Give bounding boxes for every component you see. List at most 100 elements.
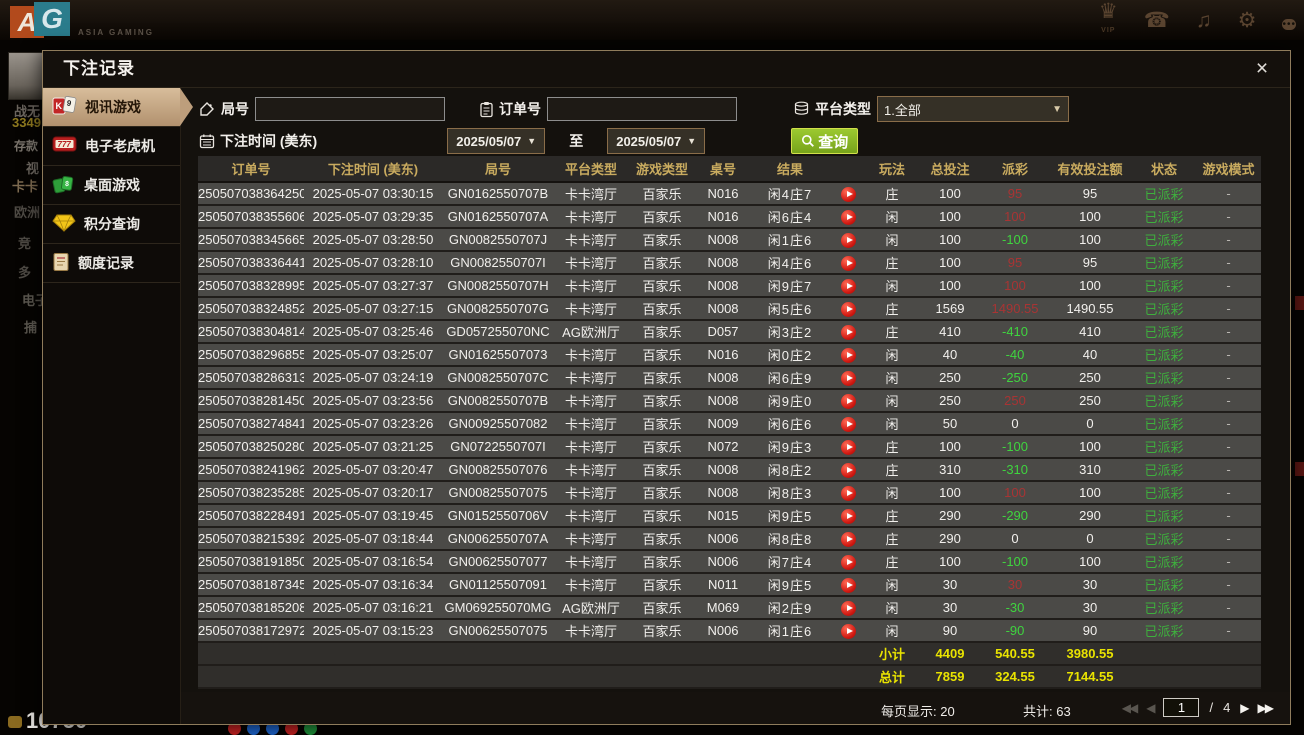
date-from-picker[interactable]: 2025/05/07 ▼ xyxy=(447,128,546,154)
replay-play-icon[interactable] xyxy=(840,531,856,547)
sidebar-item-table-games[interactable]: $ 桌面游戏 xyxy=(43,166,180,205)
cell-game-mode: - xyxy=(1226,531,1231,546)
chat-icon[interactable]: ••• xyxy=(1282,10,1296,32)
cell-replay xyxy=(830,415,866,432)
cell-bet-time: 2025-05-07 03:16:54 xyxy=(312,554,434,569)
replay-play-icon[interactable] xyxy=(840,232,856,248)
cell-total-bet: 100 xyxy=(939,485,961,500)
cell-game-type: 百家乐 xyxy=(642,601,682,616)
cell-table-no: N008 xyxy=(707,301,739,316)
replay-play-icon[interactable] xyxy=(840,439,856,455)
logo-subtitle: ASIA GAMING xyxy=(78,28,154,37)
prev-page-icon[interactable]: ◀ xyxy=(1146,701,1155,715)
replay-play-icon[interactable] xyxy=(840,485,856,501)
filter-row-2: 下注时间 (美东) 2025/05/07 ▼ 至 2025/05/07 ▼ 查询 xyxy=(199,126,1280,156)
replay-play-icon[interactable] xyxy=(840,554,856,570)
cell-total-bet: 30 xyxy=(942,600,958,615)
coin-icon xyxy=(8,716,22,728)
cell-result: 闲4庄7 xyxy=(767,187,813,202)
replay-play-icon[interactable] xyxy=(840,623,856,639)
search-button[interactable]: 查询 xyxy=(791,128,859,154)
cell-game-mode: - xyxy=(1226,577,1231,592)
nav-europe-fragment[interactable]: 欧洲 xyxy=(14,202,40,221)
next-page-icon[interactable]: ▶ xyxy=(1240,701,1249,715)
page-separator: / xyxy=(1209,700,1214,715)
sum-payout: 540.55 xyxy=(995,646,1035,661)
cell-payout: -310 xyxy=(1001,462,1029,477)
replay-play-icon[interactable] xyxy=(840,255,856,271)
bet-records-table: 订单号 下注时间 (美东) 局号 平台类型 游戏类型 桌号 结果 玩法 总投注 派彩 有效投注额 状态… xyxy=(198,156,1261,689)
sidebar-item-credit-records[interactable]: 额度记录 xyxy=(43,244,180,283)
points-icon xyxy=(52,213,76,235)
replay-play-icon[interactable] xyxy=(840,278,856,294)
cell-bet-time: 2025-05-07 03:21:25 xyxy=(312,439,434,454)
cell-total-bet: 410 xyxy=(939,324,961,339)
cell-result: 闲8庄2 xyxy=(767,463,813,478)
sidebar-item-slot-machine[interactable]: 777 电子老虎机 xyxy=(43,127,180,166)
round-id-input[interactable] xyxy=(255,97,445,121)
page-input[interactable]: 1 xyxy=(1163,698,1200,717)
nav-video-fragment[interactable]: 视 xyxy=(26,158,39,177)
sidebar-item-video-games[interactable]: K 9 视讯游戏 xyxy=(43,88,193,127)
sidebar-item-points[interactable]: 积分查询 xyxy=(43,205,180,244)
sidebar-item-label: 视讯游戏 xyxy=(85,99,141,115)
replay-play-icon[interactable] xyxy=(840,508,856,524)
cell-platform: 卡卡湾厅 xyxy=(564,486,617,501)
cell-round-id: GN00825507076 xyxy=(448,462,548,477)
search-button-label: 查询 xyxy=(818,133,849,151)
replay-play-icon[interactable] xyxy=(840,462,856,478)
deposit-button[interactable]: 存款 xyxy=(14,137,38,154)
cell-game-mode: - xyxy=(1226,301,1231,316)
music-icon[interactable]: ♫ xyxy=(1196,10,1212,32)
replay-play-icon[interactable] xyxy=(840,301,856,317)
replay-play-icon[interactable] xyxy=(840,577,856,593)
replay-play-icon[interactable] xyxy=(840,416,856,432)
replay-play-icon[interactable] xyxy=(840,370,856,386)
cell-total-bet: 290 xyxy=(939,508,961,523)
replay-play-icon[interactable] xyxy=(840,393,856,409)
close-icon[interactable]: × xyxy=(1250,57,1274,81)
nav-duo-fragment[interactable]: 多 xyxy=(18,262,31,281)
nav-buyu-fragment[interactable]: 捕 xyxy=(24,317,37,336)
page-total: 4 xyxy=(1223,700,1231,715)
cell-status: 已派彩 xyxy=(1144,371,1184,386)
cell-table-no: M069 xyxy=(706,600,740,615)
date-to-picker[interactable]: 2025/05/07 ▼ xyxy=(607,128,706,154)
cell-total-bet: 100 xyxy=(939,278,961,293)
settings-icon[interactable]: ⚙ xyxy=(1238,10,1257,32)
last-page-icon[interactable]: ▶▶ xyxy=(1258,701,1275,715)
table-row: 250507038274841 2025-05-07 03:23:26 GN0092… xyxy=(198,413,1261,436)
cell-order-id: 250507038187345 xyxy=(198,577,304,592)
cell-platform: 卡卡湾厅 xyxy=(564,348,617,363)
replay-play-icon[interactable] xyxy=(840,600,856,616)
table-row: 250507038324852 2025-05-07 03:27:15 GN0082… xyxy=(198,298,1261,321)
vip-icon[interactable]: ♛ VIP xyxy=(1099,0,1118,42)
cell-game-mode: - xyxy=(1226,324,1231,339)
replay-play-icon[interactable] xyxy=(840,324,856,340)
cell-replay xyxy=(830,231,866,248)
cell-play-style: 庄 xyxy=(885,440,899,455)
cell-game-type: 百家乐 xyxy=(642,463,682,478)
nav-kaka-fragment[interactable]: 卡卡 xyxy=(12,176,38,195)
cell-game-type: 百家乐 xyxy=(642,256,682,271)
first-page-icon[interactable]: ◀◀ xyxy=(1122,701,1139,715)
replay-play-icon[interactable] xyxy=(840,186,856,202)
cell-table-no: N016 xyxy=(707,186,739,201)
cell-game-mode: - xyxy=(1226,232,1231,247)
cell-table-no: D057 xyxy=(707,324,739,339)
cell-order-id: 250507038281450 xyxy=(198,393,304,408)
platform-type-select[interactable]: 1.全部 ▼ xyxy=(877,96,1069,122)
order-id-input[interactable] xyxy=(547,97,737,121)
cell-game-mode: - xyxy=(1226,462,1231,477)
dialog-title: 下注记录 xyxy=(43,51,1290,88)
cell-result: 闲6庄4 xyxy=(767,210,813,225)
cell-game-type: 百家乐 xyxy=(642,486,682,501)
customer-service-icon[interactable]: ☎ xyxy=(1144,10,1170,32)
cell-table-no: N006 xyxy=(707,531,739,546)
replay-play-icon[interactable] xyxy=(840,347,856,363)
table-row: 250507038235285 2025-05-07 03:20:17 GN0082… xyxy=(198,482,1261,505)
cell-valid-bet: 310 xyxy=(1079,462,1101,477)
cell-order-id: 250507038185208 xyxy=(198,600,304,615)
replay-play-icon[interactable] xyxy=(840,209,856,225)
nav-jing-fragment[interactable]: 竞 xyxy=(18,233,31,252)
